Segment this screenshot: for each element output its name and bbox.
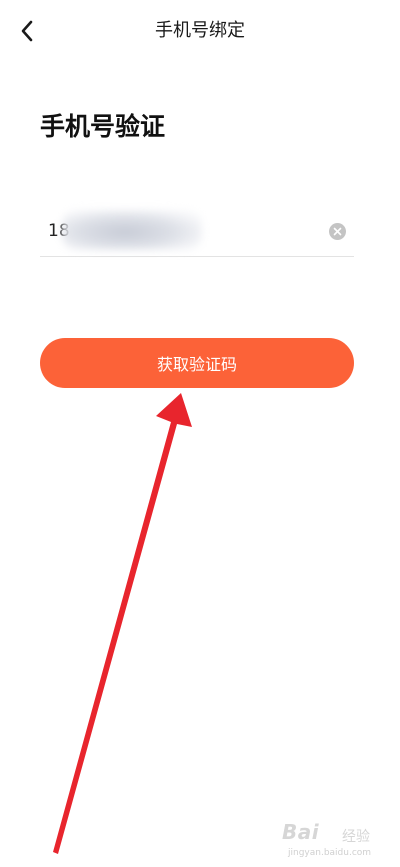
clear-circle-icon <box>333 227 342 236</box>
baidu-jingyan-watermark: Bai 经验 jingyan.baidu.com <box>282 820 398 864</box>
get-verification-code-button[interactable]: 获取验证码 <box>40 338 354 388</box>
phone-number-input[interactable] <box>48 216 308 246</box>
watermark-brand: Bai <box>282 820 320 844</box>
section-heading: 手机号验证 <box>40 112 166 141</box>
clear-input-button[interactable] <box>329 223 346 240</box>
phone-number-field <box>40 206 354 257</box>
watermark-subtitle: 经验 <box>342 829 370 845</box>
page-title: 手机号绑定 <box>155 20 245 41</box>
watermark-url: jingyan.baidu.com <box>288 848 372 858</box>
navigation-bar: 手机号绑定 <box>0 0 400 62</box>
